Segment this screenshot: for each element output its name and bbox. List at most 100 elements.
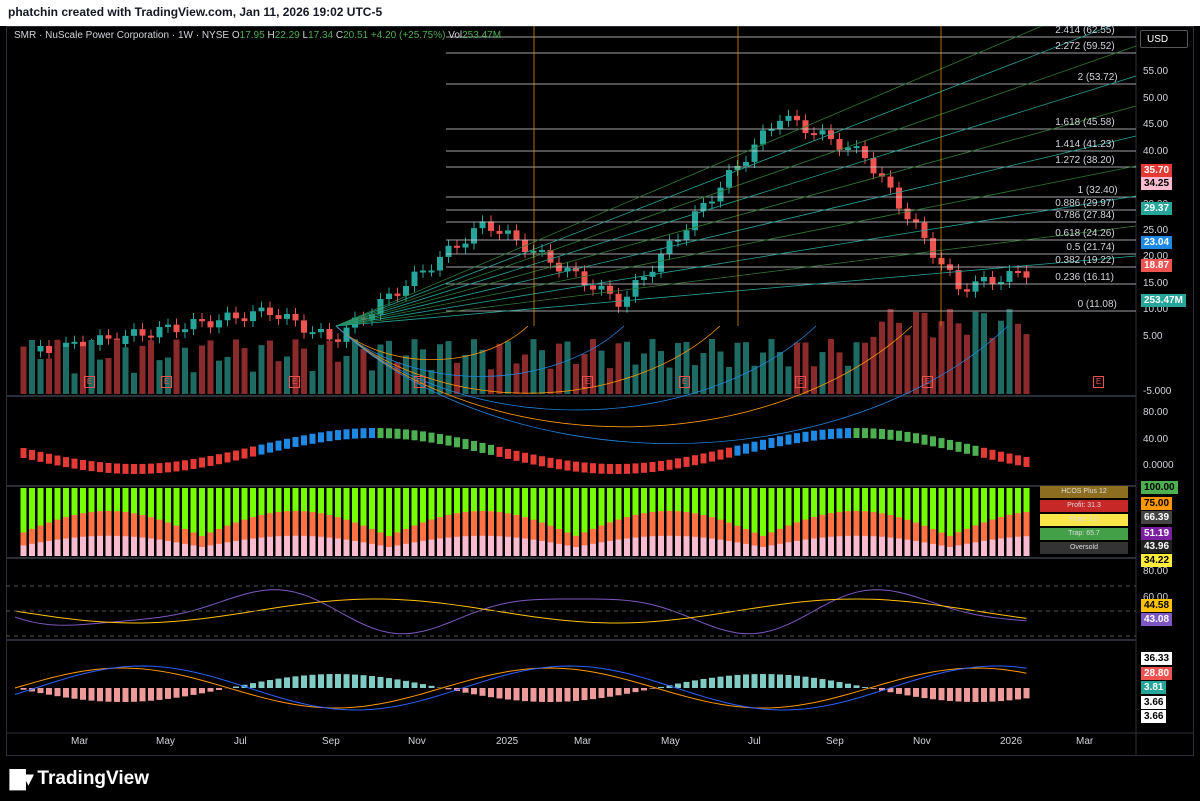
price-axis-label: 40.00 xyxy=(1143,146,1169,157)
volume-bar xyxy=(709,339,715,394)
macd-bar xyxy=(615,688,622,696)
fib-fan-line xyxy=(335,195,1137,327)
earnings-marker[interactable]: E xyxy=(582,376,593,388)
sentiment-bar-low xyxy=(284,535,290,556)
momentum-bar xyxy=(777,436,783,447)
macd-bar xyxy=(505,688,511,700)
macd-bar xyxy=(938,688,945,701)
momentum-bar xyxy=(224,452,231,463)
chart-canvas[interactable] xyxy=(6,26,1194,756)
macd-bar xyxy=(488,688,494,698)
fib-fan-line xyxy=(335,135,1137,327)
momentum-bar xyxy=(97,462,103,473)
volume-bar xyxy=(445,341,452,394)
sentiment-bar-low xyxy=(530,539,537,556)
candle-body xyxy=(284,313,290,319)
candle-body xyxy=(462,243,469,248)
momentum-bar xyxy=(930,436,936,447)
momentum-bar xyxy=(258,444,265,455)
volume-bar xyxy=(904,335,911,394)
earnings-marker[interactable]: E xyxy=(795,376,806,388)
earnings-marker[interactable]: E xyxy=(414,376,425,388)
volume-bar xyxy=(318,344,324,394)
volume-bar xyxy=(148,340,154,394)
volume-bar xyxy=(20,346,27,394)
sentiment-tag: 75.00 xyxy=(1141,497,1173,510)
momentum-bar xyxy=(564,460,571,471)
symbol-name[interactable]: SMR · NuScale Power Corporation · 1W · N… xyxy=(14,30,229,41)
volume-bar xyxy=(309,371,316,394)
sentiment-bar-low xyxy=(182,543,188,556)
momentum-bar xyxy=(649,461,656,472)
momentum-bar xyxy=(301,435,307,446)
earnings-marker[interactable]: E xyxy=(84,376,95,388)
sentiment-bar-low xyxy=(148,538,154,556)
sentiment-bar-low xyxy=(862,535,868,556)
volume-bar xyxy=(564,341,571,394)
macd-bar xyxy=(573,688,579,701)
volume-bar xyxy=(641,353,647,394)
volume-bar xyxy=(488,369,494,394)
momentum-bar xyxy=(326,431,333,442)
momentum-bar xyxy=(547,457,554,468)
fib-level-label: 0.618 (24.26) xyxy=(1055,228,1115,239)
sentiment-bar-low xyxy=(938,545,945,556)
earnings-marker[interactable]: E xyxy=(679,376,690,388)
volume-bar xyxy=(182,347,188,394)
sentiment-bar-low xyxy=(292,535,299,556)
price-axis-label: 15.00 xyxy=(1143,278,1169,289)
candle-body xyxy=(309,332,316,335)
sentiment-bar-low xyxy=(301,535,307,556)
tradingview-logo[interactable]: ▇▾ TradingView xyxy=(10,766,149,791)
earnings-marker[interactable]: E xyxy=(161,376,172,388)
momentum-bar xyxy=(63,457,69,468)
sentiment-bar-low xyxy=(114,535,120,556)
momentum-bar xyxy=(862,428,868,439)
macd-bar xyxy=(114,688,120,702)
sentiment-bar-low xyxy=(734,542,741,556)
earnings-marker[interactable]: E xyxy=(922,376,933,388)
sentiment-bar-low xyxy=(309,536,316,556)
momentum-bar xyxy=(403,429,409,440)
sentiment-bar-low xyxy=(751,545,758,556)
volume-bar xyxy=(777,351,783,394)
time-axis-label: 2025 xyxy=(496,736,519,747)
macd-bar xyxy=(88,688,95,701)
fib-level-label: 2 (53.72) xyxy=(1077,72,1118,83)
earnings-marker[interactable]: E xyxy=(1093,376,1104,388)
candle-body xyxy=(743,161,749,166)
macd-bar xyxy=(828,680,834,688)
sentiment-bar-low xyxy=(54,539,61,556)
sentiment-bar-low xyxy=(454,536,460,556)
volume-bar xyxy=(632,364,639,394)
macd-bar xyxy=(632,688,639,693)
currency-button[interactable]: USD xyxy=(1140,30,1188,48)
candle-body xyxy=(811,133,817,136)
macd-bar xyxy=(403,680,409,688)
tradingview-logo-icon: ▇▾ xyxy=(10,768,33,790)
volume-bar xyxy=(964,334,970,394)
price-tag: 253.47M xyxy=(1141,294,1186,307)
sentiment-bar-low xyxy=(318,536,324,556)
price-tag: 35.70 xyxy=(1141,164,1173,177)
candle-body xyxy=(1023,271,1030,278)
fib-fan-line xyxy=(335,75,1137,327)
momentum-bar xyxy=(199,457,205,468)
momentum-bar xyxy=(947,439,953,450)
macd-bar xyxy=(768,674,775,688)
candle-body xyxy=(938,257,945,265)
sentiment-bar-low xyxy=(777,543,783,556)
macd-bar xyxy=(972,688,979,702)
volume-bar xyxy=(241,348,248,394)
sentiment-bar-low xyxy=(1023,536,1030,556)
volume-bar xyxy=(267,340,273,394)
momentum-bar xyxy=(675,458,681,469)
earnings-marker[interactable]: E xyxy=(289,376,300,388)
time-axis-label: Mar xyxy=(71,736,89,747)
volume-bar xyxy=(190,372,197,394)
momentum-bar xyxy=(479,442,486,453)
momentum-bar xyxy=(335,430,341,441)
momentum-bar xyxy=(726,447,732,458)
momentum-bar xyxy=(709,451,715,462)
macd-bar xyxy=(37,688,44,694)
